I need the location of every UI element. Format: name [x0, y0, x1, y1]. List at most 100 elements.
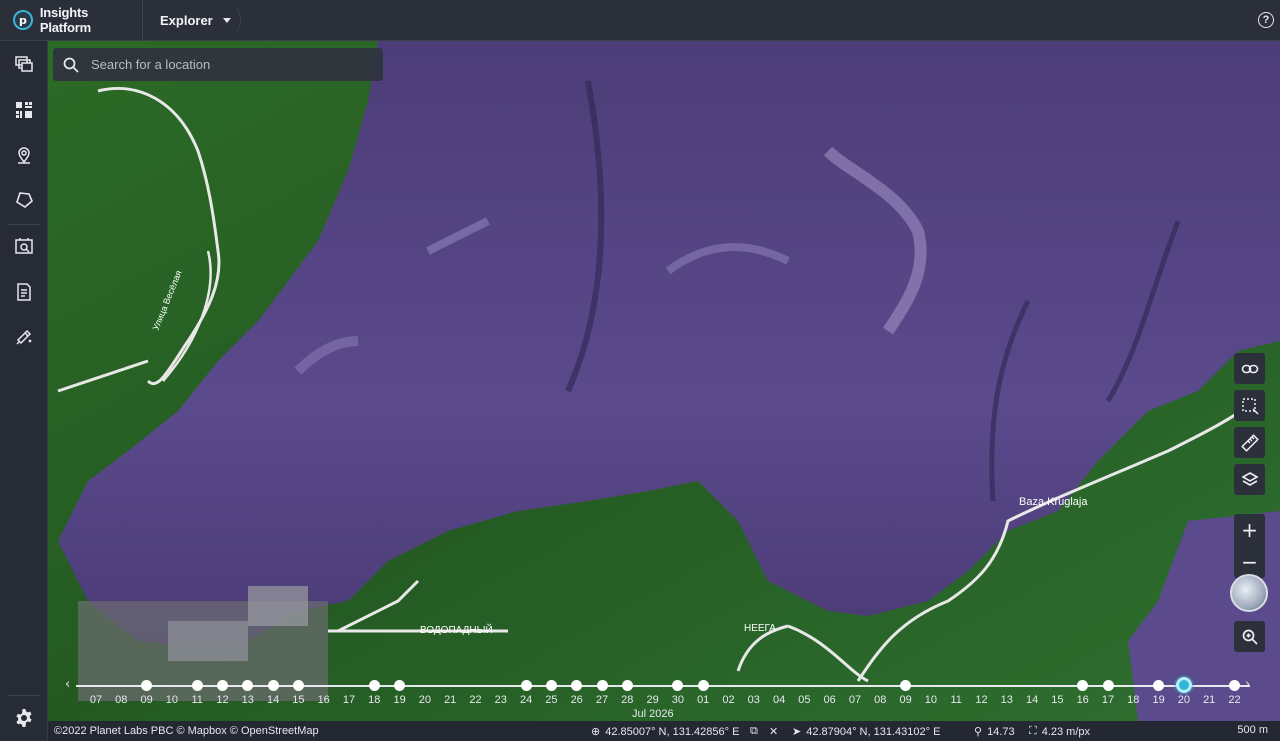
timeline-capture-dot[interactable] — [368, 680, 380, 691]
clear-coords-button[interactable]: ✕ — [769, 725, 778, 738]
copy-icon: ⧉ — [750, 725, 758, 737]
timeline-capture-dot[interactable] — [571, 680, 583, 691]
timeline-capture-dot[interactable] — [141, 680, 153, 691]
timeline-day[interactable]: 09 — [134, 673, 160, 706]
timeline-day[interactable]: 14 — [260, 673, 286, 706]
attribution: ©2022 Planet Labs PBC © Mapbox © OpenStr… — [54, 725, 319, 737]
center-coords: ⊕ 42.85007° N, 131.42856° E — [591, 725, 739, 739]
timeline-day: 07 — [83, 673, 109, 706]
timeline-day[interactable]: 20 — [1171, 673, 1197, 706]
timeline-day: 18 — [1120, 673, 1146, 706]
timeline-capture-dot[interactable] — [1229, 680, 1240, 691]
sidebar-item-settings[interactable] — [9, 703, 39, 733]
location-search[interactable] — [53, 48, 383, 81]
timeline-day[interactable]: 30 — [665, 673, 691, 706]
timeline-day-label: 16 — [317, 694, 330, 706]
chevron-down-icon — [222, 17, 231, 23]
timeline-day[interactable]: 09 — [893, 673, 919, 706]
timeline-capture-dot[interactable] — [191, 680, 203, 691]
location-pin-icon — [18, 147, 30, 164]
timeline-capture-dot[interactable] — [394, 680, 406, 691]
timeline-day-label: 21 — [1203, 694, 1216, 706]
timeline-day: 08 — [867, 673, 893, 706]
timeline-day[interactable]: 18 — [361, 673, 387, 706]
sidebar-item-locations[interactable] — [9, 140, 39, 170]
area-select-button[interactable] — [1234, 390, 1265, 421]
measure-button[interactable] — [1234, 427, 1265, 458]
timeline-selected-capture[interactable] — [1175, 677, 1192, 693]
timeline-capture-dot[interactable] — [1077, 680, 1089, 691]
timeline-empty-slot — [741, 673, 767, 691]
sidebar-item-image-search[interactable] — [9, 231, 39, 261]
timeline-capture-dot[interactable] — [672, 680, 684, 691]
timeline-day-label: 18 — [368, 694, 381, 706]
timeline-day: 23 — [488, 673, 514, 706]
timeline-capture-dot[interactable] — [900, 680, 912, 691]
timeline-capture-dot[interactable] — [242, 680, 254, 691]
timeline-day[interactable]: 24 — [513, 673, 539, 706]
timeline-day-label: 20 — [418, 694, 432, 706]
zoom-to-area-button[interactable] — [1234, 621, 1265, 652]
timeline-capture-dot[interactable] — [697, 680, 709, 691]
satellite-imagery: Улица Весёлая ВОДОПАДНЫЙ НЕЕГА Baza Krug… — [48, 41, 1280, 721]
sidebar-item-reports[interactable] — [9, 277, 39, 307]
polygon-icon — [16, 192, 33, 208]
timeline-day[interactable]: 01 — [690, 673, 716, 706]
timeline-capture-dot[interactable] — [267, 680, 279, 691]
timeline-day-label: 17 — [1101, 694, 1115, 706]
timeline-day[interactable]: 19 — [1146, 673, 1172, 706]
timeline-capture-dot[interactable] — [217, 680, 228, 691]
timeline-capture-dot[interactable] — [545, 680, 557, 691]
timeline-day[interactable]: 17 — [1095, 673, 1121, 706]
timeline-day[interactable]: 16 — [1070, 673, 1096, 706]
timeline-day[interactable]: 11 — [184, 673, 210, 706]
timeline-day-label: 21 — [444, 694, 457, 706]
timeline-empty-slot — [159, 673, 185, 691]
timeline-day[interactable]: 15 — [285, 673, 311, 706]
timeline-empty-slot — [1196, 673, 1222, 691]
timeline-day[interactable]: 26 — [564, 673, 590, 706]
sidebar-item-tasking[interactable] — [9, 322, 39, 352]
timeline-day[interactable]: 19 — [387, 673, 413, 706]
app-switcher[interactable]: Explorer — [143, 0, 241, 40]
timeline-day: 08 — [108, 673, 134, 706]
share-link-button[interactable] — [1234, 353, 1265, 384]
timeline-day: 29 — [640, 673, 666, 706]
timeline-day: 20 — [412, 673, 438, 706]
search-input[interactable] — [91, 57, 361, 72]
timeline-day: 12 — [969, 673, 995, 706]
zoom-in-button[interactable]: + — [1234, 514, 1265, 546]
timeline-capture-dot[interactable] — [292, 680, 304, 691]
timeline-day-label: 08 — [115, 694, 128, 706]
edit-tool-icon — [16, 329, 32, 345]
timeline-empty-slot — [1019, 673, 1045, 691]
brand[interactable]: p Insights Platform — [0, 0, 143, 40]
timeline-empty-slot — [716, 673, 742, 691]
timeline-capture-dot[interactable] — [621, 680, 633, 691]
status-bar: ©2022 Planet Labs PBC © Mapbox © OpenStr… — [48, 721, 1280, 741]
timeline-capture-dot[interactable] — [596, 680, 608, 691]
layers-button[interactable] — [1234, 464, 1265, 495]
timeline-capture-dot[interactable] — [520, 680, 532, 691]
link-icon — [1241, 364, 1258, 373]
help-icon[interactable]: ? — [1258, 12, 1274, 28]
globe-view-button[interactable] — [1230, 574, 1268, 612]
copy-coords-button[interactable]: ⧉ — [750, 725, 758, 738]
map-canvas[interactable]: Улица Весёлая ВОДОПАДНЫЙ НЕЕГА Baza Krug… — [48, 41, 1280, 721]
timeline-empty-slot — [488, 673, 514, 691]
timeline-capture-dot[interactable] — [1102, 680, 1114, 691]
sidebar-item-areas[interactable] — [9, 185, 39, 215]
timeline-day[interactable]: 22 — [1222, 673, 1248, 706]
timeline-day[interactable]: 12 — [210, 673, 236, 706]
timeline-day-label: 16 — [1076, 694, 1089, 706]
timeline-day[interactable]: 28 — [614, 673, 640, 706]
sidebar-item-dashboard[interactable] — [9, 95, 39, 125]
timeline-day[interactable]: 13 — [235, 673, 261, 706]
timeline-capture-dot[interactable] — [1153, 680, 1165, 691]
sidebar-item-layers[interactable] — [9, 49, 39, 79]
timeline-day[interactable]: 25 — [538, 673, 564, 706]
timeline-prev-icon[interactable]: ‹ — [65, 677, 70, 692]
timeline-day: 16 — [311, 673, 337, 706]
timeline-day[interactable]: 27 — [589, 673, 615, 706]
map-tools — [1234, 353, 1265, 501]
